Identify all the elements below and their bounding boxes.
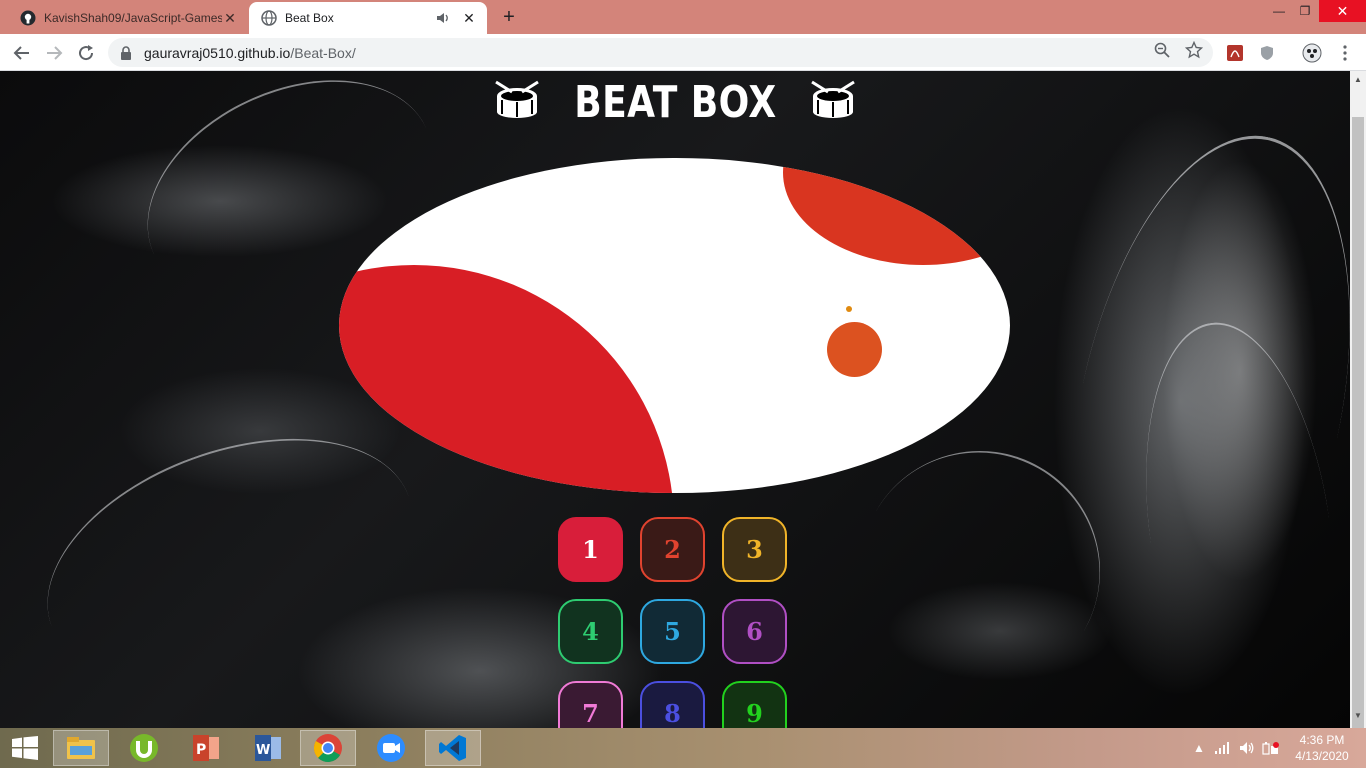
address-bar[interactable]: gauravraj0510.github.io/Beat-Box/ [108, 38, 1213, 67]
page-content: BEAT BOX 1 2 3 4 5 6 7 8 9 [0, 71, 1350, 728]
menu-kebab-icon[interactable] [1335, 43, 1355, 63]
animation-circle-small [827, 322, 882, 377]
pad-label: 9 [746, 699, 763, 728]
animation-stage [339, 158, 1010, 493]
drum-pad-2[interactable]: 2 [640, 517, 705, 582]
pad-label: 8 [664, 699, 681, 728]
url-host: gauravraj0510.github.io [144, 44, 291, 61]
back-icon[interactable] [10, 41, 34, 65]
window-close-icon[interactable]: ✕ [1319, 0, 1366, 22]
profile-avatar-icon[interactable] [1302, 43, 1322, 63]
pad-label: 3 [746, 535, 763, 564]
volume-icon[interactable] [1238, 740, 1256, 756]
zoom-icon[interactable] [1150, 38, 1174, 62]
pad-label: 5 [664, 617, 681, 646]
drum-pad-7[interactable]: 7 [558, 681, 623, 728]
new-tab-button[interactable]: + [498, 7, 520, 29]
drum-icon [810, 80, 856, 125]
restore-icon[interactable]: ❐ [1290, 0, 1320, 22]
windows-start-icon[interactable] [6, 732, 44, 764]
tab-title: KavishShah09/JavaScript-Games [44, 11, 222, 25]
pad-label: 1 [582, 535, 599, 564]
system-clock[interactable]: 4:36 PM 4/13/2020 [1288, 732, 1356, 764]
browser-tab-strip: KavishShah09/JavaScript-Games ✕ Beat Box… [0, 0, 1366, 34]
animation-spark [846, 306, 852, 312]
pdf-extension-icon[interactable] [1225, 43, 1245, 63]
file-explorer-icon[interactable] [53, 730, 109, 766]
forward-icon[interactable] [42, 41, 66, 65]
scroll-down-icon[interactable]: ▼ [1354, 711, 1362, 720]
drum-pad-9[interactable]: 9 [722, 681, 787, 728]
network-icon[interactable] [1214, 740, 1232, 756]
utorrent-icon[interactable] [116, 730, 172, 766]
drum-pad-5[interactable]: 5 [640, 599, 705, 664]
pad-label: 7 [582, 699, 599, 728]
page-heading: BEAT BOX [0, 71, 1350, 133]
svg-text:W: W [256, 743, 270, 758]
animation-circle-large [339, 265, 674, 493]
pad-label: 6 [746, 617, 763, 646]
tab-beat-box[interactable]: Beat Box ✕ [249, 2, 487, 34]
chrome-icon[interactable] [300, 730, 356, 766]
github-icon [20, 10, 36, 26]
drum-pad-4[interactable]: 4 [558, 599, 623, 664]
shield-extension-icon[interactable] [1257, 43, 1277, 63]
page-title: BEAT BOX [573, 76, 777, 128]
pad-label: 2 [664, 535, 681, 564]
bookmark-star-icon[interactable] [1182, 38, 1206, 62]
globe-icon [261, 10, 277, 26]
url-path: /Beat-Box/ [290, 44, 356, 61]
reload-icon[interactable] [74, 41, 98, 65]
clock-date: 4/13/2020 [1295, 749, 1349, 763]
tab-javascript-games[interactable]: KavishShah09/JavaScript-Games ✕ [8, 2, 248, 34]
tab-close-icon[interactable]: ✕ [222, 10, 238, 26]
battery-icon[interactable] [1262, 740, 1280, 756]
word-icon[interactable]: W [240, 730, 296, 766]
scroll-up-icon[interactable]: ▲ [1354, 75, 1362, 84]
browser-toolbar: gauravraj0510.github.io/Beat-Box/ [0, 34, 1366, 71]
show-hidden-icons-icon[interactable]: ▲ [1190, 740, 1208, 756]
vertical-scrollbar[interactable]: ▲ ▼ [1350, 71, 1366, 747]
drum-pad-6[interactable]: 6 [722, 599, 787, 664]
speaker-icon[interactable] [435, 10, 451, 26]
animation-circle-top [783, 158, 1010, 265]
drum-pad-1[interactable]: 1 [558, 517, 623, 582]
drum-pad-8[interactable]: 8 [640, 681, 705, 728]
scrollbar-thumb[interactable] [1352, 117, 1364, 747]
tab-title: Beat Box [285, 11, 334, 25]
drum-icon [494, 80, 540, 125]
svg-text:P: P [196, 742, 206, 758]
drum-pad-3[interactable]: 3 [722, 517, 787, 582]
powerpoint-icon[interactable]: P [178, 730, 234, 766]
tab-close-icon[interactable]: ✕ [461, 10, 477, 26]
windows-taskbar: P W ▲ 4:36 PM 4/13/2020 [0, 728, 1366, 768]
vscode-icon[interactable] [425, 730, 481, 766]
zoom-icon[interactable] [363, 730, 419, 766]
lock-icon [120, 45, 134, 60]
pad-label: 4 [582, 617, 599, 646]
clock-time: 4:36 PM [1299, 733, 1345, 747]
